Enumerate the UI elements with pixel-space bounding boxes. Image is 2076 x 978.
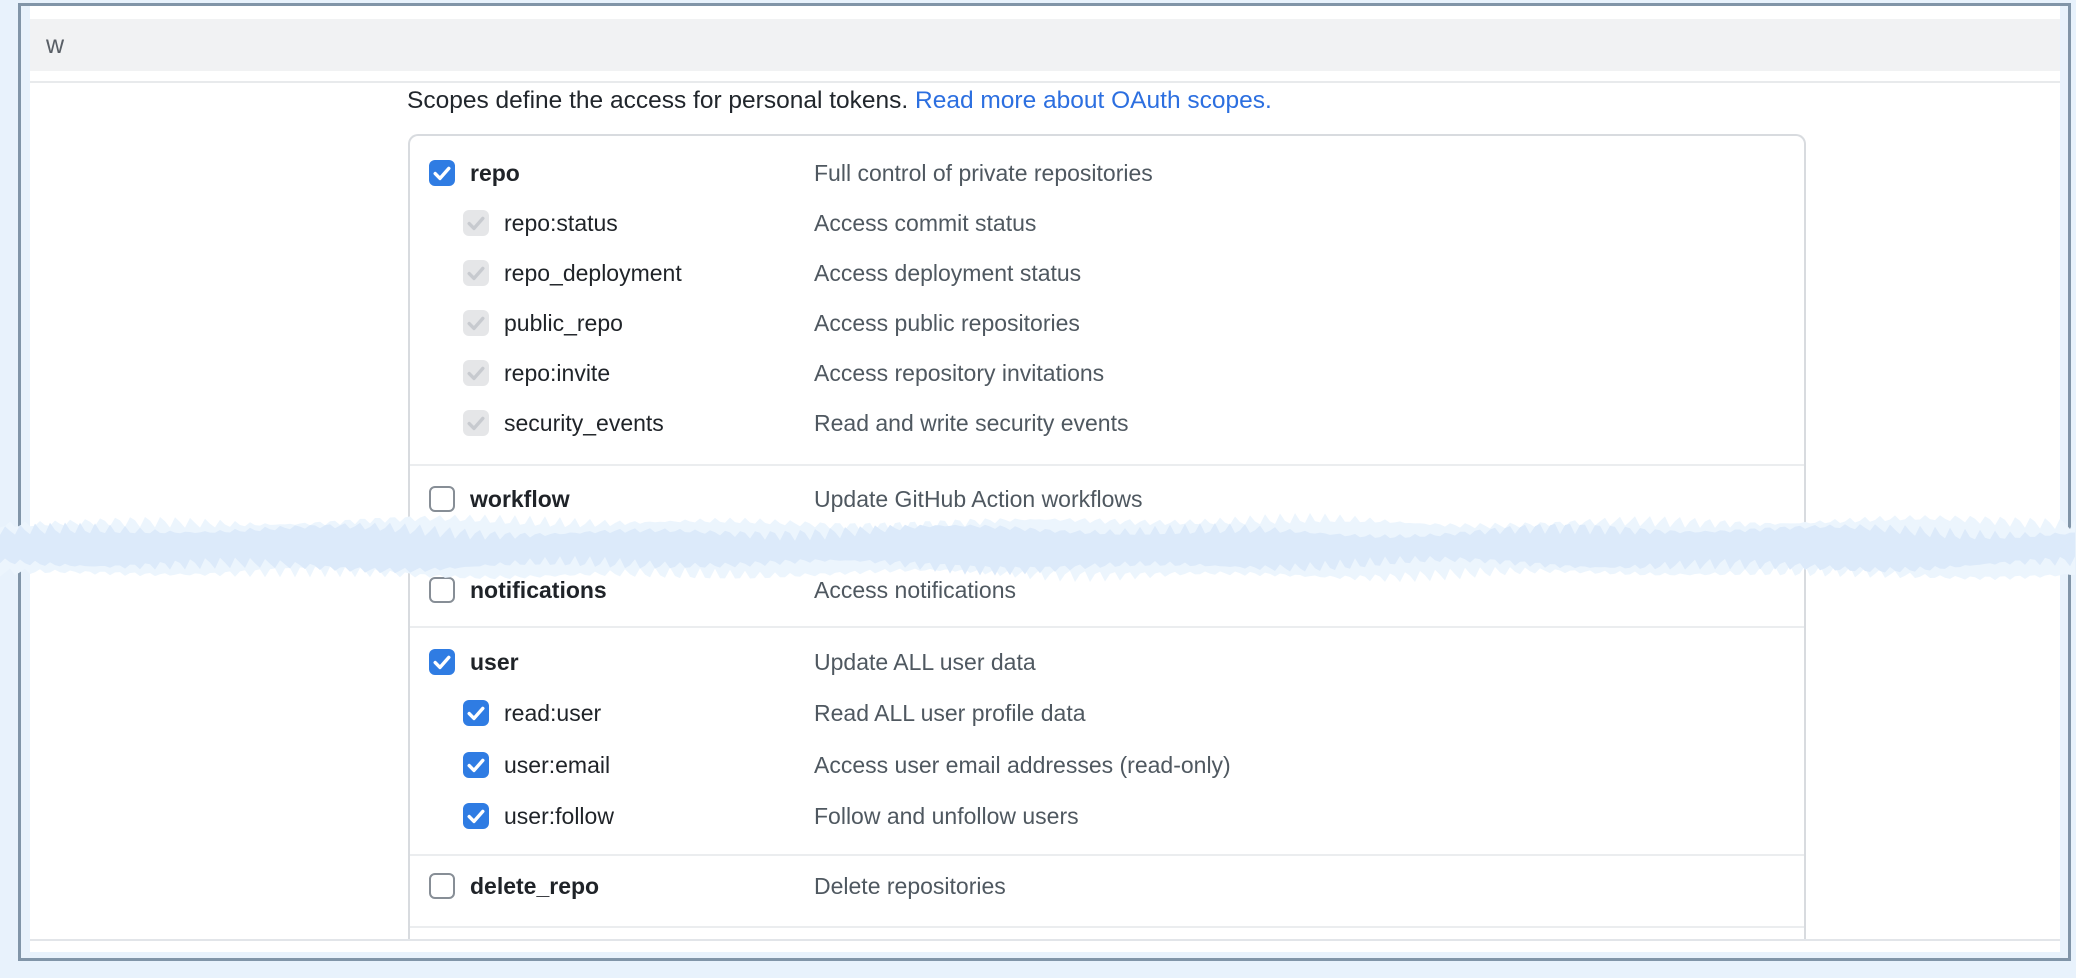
scope-group-divider bbox=[410, 464, 1804, 466]
checkbox-security_events bbox=[463, 410, 489, 436]
scope-label-repo:status: repo:status bbox=[504, 206, 618, 240]
scope-label-repo_deployment: repo_deployment bbox=[504, 256, 682, 290]
scope-description-delete_repo: Delete repositories bbox=[814, 869, 1006, 903]
scope-label-repo:invite: repo:invite bbox=[504, 356, 610, 390]
scope-row-repo:status: repo:status Access commit status bbox=[410, 206, 1804, 240]
checkbox-user:follow[interactable] bbox=[463, 803, 489, 829]
scope-label-read:user: read:user bbox=[504, 696, 601, 730]
oauth-scopes-link[interactable]: Read more about OAuth scopes. bbox=[915, 87, 1272, 114]
scope-row-delete_repo: delete_repo Delete repositories bbox=[410, 869, 1804, 903]
scope-description-user:follow: Follow and unfollow users bbox=[814, 799, 1079, 833]
scope-label-user: user bbox=[470, 645, 519, 679]
checkbox-user:email[interactable] bbox=[463, 752, 489, 778]
scope-label-repo: repo bbox=[470, 156, 520, 190]
scope-label-public_repo: public_repo bbox=[504, 306, 623, 340]
scope-group-divider bbox=[410, 926, 1804, 928]
bottom-divider bbox=[30, 939, 2060, 941]
scope-label-user:follow: user:follow bbox=[504, 799, 614, 833]
scope-description-read:user: Read ALL user profile data bbox=[814, 696, 1086, 730]
scope-description-repo: Full control of private repositories bbox=[814, 156, 1153, 190]
checkbox-repo_deployment bbox=[463, 260, 489, 286]
scope-group-divider bbox=[410, 854, 1804, 856]
scope-row-repo: repo Full control of private repositories bbox=[410, 156, 1804, 190]
scope-row-notifications: notifications Access notifications bbox=[410, 573, 1804, 607]
scope-description-repo:status: Access commit status bbox=[814, 206, 1036, 240]
scope-row-public_repo: public_repo Access public repositories bbox=[410, 306, 1804, 340]
scopes-list-box: repo Full control of private repositories… bbox=[408, 134, 1806, 941]
token-note-input[interactable] bbox=[30, 19, 2060, 71]
scope-label-workflow: workflow bbox=[470, 482, 570, 516]
scope-description-notifications: Access notifications bbox=[814, 573, 1016, 607]
scope-row-workflow: workflow Update GitHub Action workflows bbox=[410, 482, 1804, 516]
scope-label-user:email: user:email bbox=[504, 748, 610, 782]
scopes-caption-text: Scopes define the access for personal to… bbox=[407, 87, 915, 114]
checkbox-workflow[interactable] bbox=[429, 486, 455, 512]
checkbox-user[interactable] bbox=[429, 649, 455, 675]
header-divider bbox=[30, 81, 2060, 83]
scope-row-read:user: read:user Read ALL user profile data bbox=[410, 696, 1804, 730]
scope-label-notifications: notifications bbox=[470, 573, 607, 607]
scope-description-public_repo: Access public repositories bbox=[814, 306, 1080, 340]
scope-description-user:email: Access user email addresses (read-only) bbox=[814, 748, 1231, 782]
scope-description-user: Update ALL user data bbox=[814, 645, 1036, 679]
scope-description-repo_deployment: Access deployment status bbox=[814, 256, 1081, 290]
checkbox-repo:invite bbox=[463, 360, 489, 386]
scope-group-divider bbox=[410, 626, 1804, 628]
checkbox-public_repo bbox=[463, 310, 489, 336]
checkbox-repo[interactable] bbox=[429, 160, 455, 186]
scope-label-delete_repo: delete_repo bbox=[470, 869, 599, 903]
scope-description-security_events: Read and write security events bbox=[814, 406, 1129, 440]
scope-row-security_events: security_events Read and write security e… bbox=[410, 406, 1804, 440]
scope-row-repo:invite: repo:invite Access repository invitations bbox=[410, 356, 1804, 390]
scope-label-security_events: security_events bbox=[504, 406, 664, 440]
scope-row-user: user Update ALL user data bbox=[410, 645, 1804, 679]
checkbox-repo:status bbox=[463, 210, 489, 236]
checkbox-delete_repo[interactable] bbox=[429, 873, 455, 899]
scopes-caption: Scopes define the access for personal to… bbox=[407, 86, 1272, 116]
scope-row-user:email: user:email Access user email addresses (r… bbox=[410, 748, 1804, 782]
scope-row-user:follow: user:follow Follow and unfollow users bbox=[410, 799, 1804, 833]
scope-row-repo_deployment: repo_deployment Access deployment status bbox=[410, 256, 1804, 290]
scope-description-repo:invite: Access repository invitations bbox=[814, 356, 1104, 390]
scope-description-workflow: Update GitHub Action workflows bbox=[814, 482, 1143, 516]
checkbox-read:user[interactable] bbox=[463, 700, 489, 726]
checkbox-notifications[interactable] bbox=[429, 577, 455, 603]
screenshot-stage: Scopes define the access for personal to… bbox=[0, 0, 2076, 978]
